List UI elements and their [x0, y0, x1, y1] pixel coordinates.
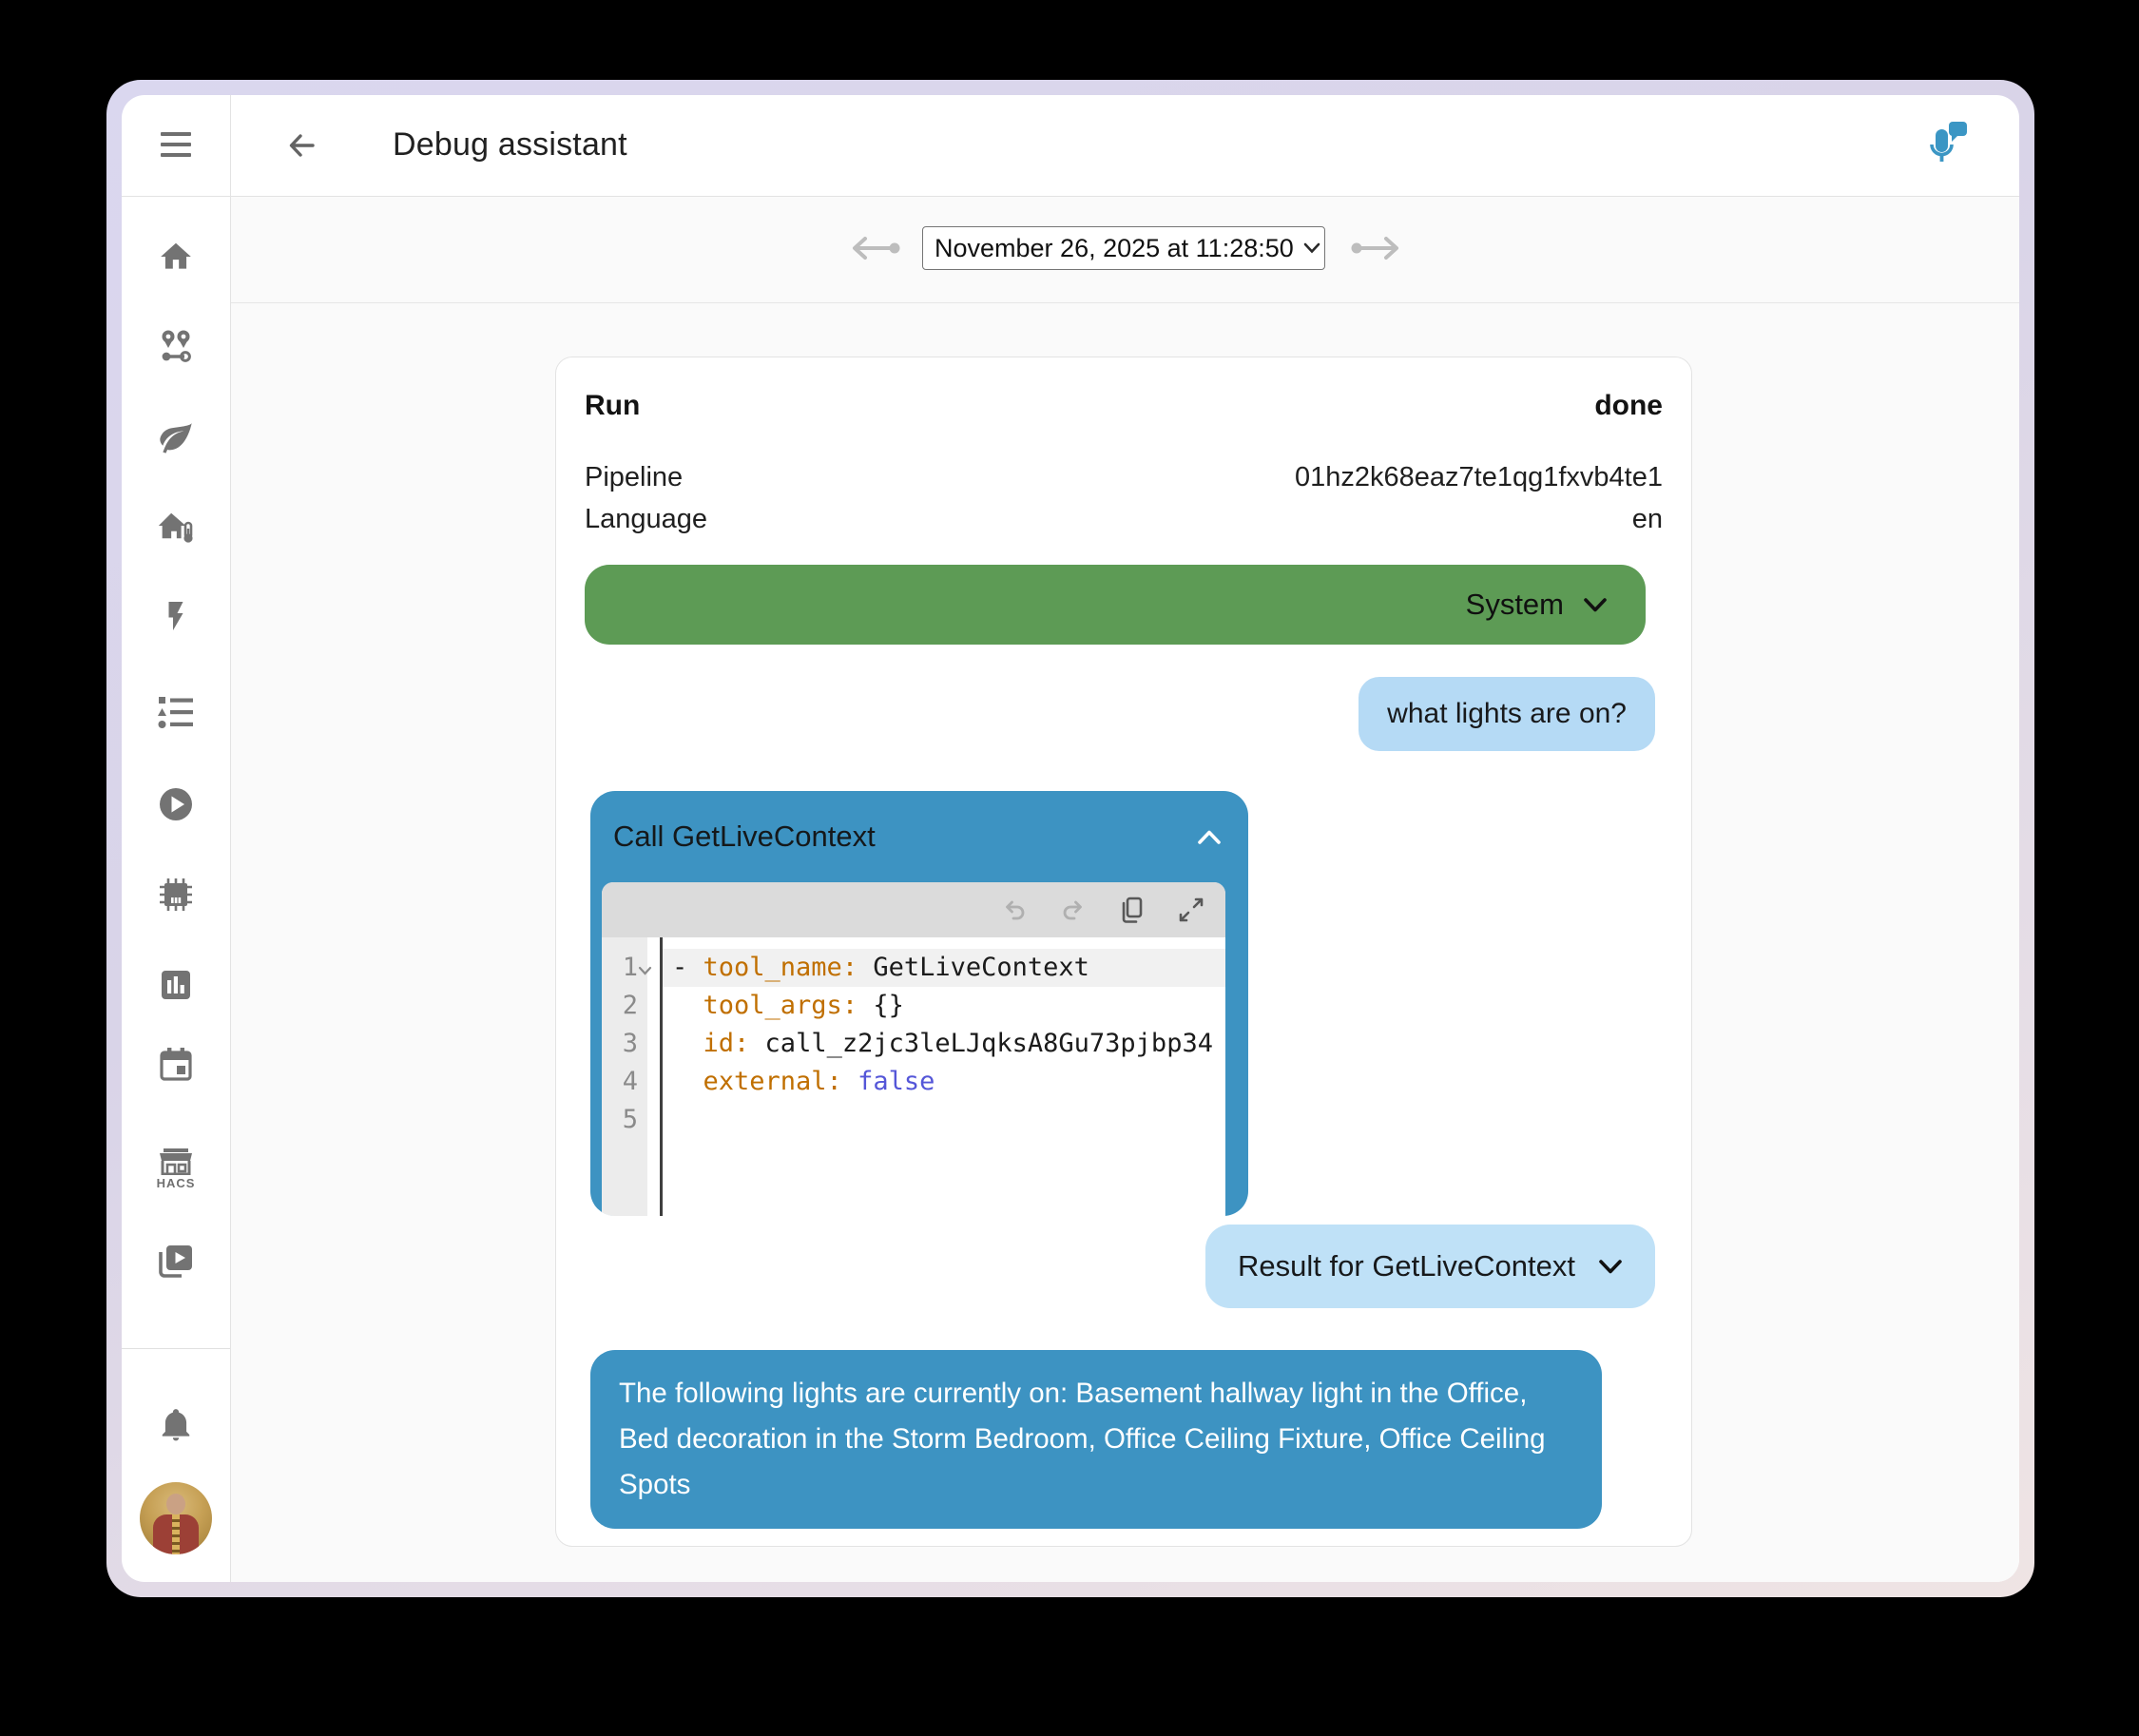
language-value: en [1632, 498, 1663, 540]
next-run-button[interactable] [1346, 232, 1407, 264]
run-card: Run done Pipeline 01hz2k68eaz7te1qg1fxvb… [555, 357, 1692, 1547]
yaml-code-lines: - tool_name: GetLiveContext tool_args: {… [672, 949, 1225, 1139]
copy-icon[interactable] [1117, 895, 1147, 925]
tool-call-header[interactable]: Call GetLiveContext [590, 791, 1248, 882]
sidebar-item-climate[interactable] [156, 508, 196, 548]
sidebar-item-power[interactable] [156, 596, 196, 636]
pipeline-label: Pipeline [585, 456, 683, 498]
sidebar-item-media[interactable] [156, 784, 196, 824]
home-assistant-app: Debug assistant [122, 95, 2019, 1582]
main-content: Run done Pipeline 01hz2k68eaz7te1qg1fxvb… [231, 303, 2019, 1582]
sidebar-bottom-divider [122, 1348, 230, 1349]
avatar-head [166, 1494, 185, 1514]
assistant-message-bubble: The following lights are currently on: B… [590, 1350, 1602, 1529]
undo-icon[interactable] [999, 895, 1030, 925]
fold-chevron-icon[interactable] [638, 966, 652, 975]
sidebar-item-logbook[interactable] [156, 693, 196, 733]
arrow-left-dot-icon [844, 232, 905, 264]
system-label: System [1466, 588, 1564, 622]
assist-voice-button[interactable] [1922, 120, 1968, 165]
chevron-down-icon [1598, 1259, 1623, 1275]
back-button[interactable] [285, 129, 318, 162]
pipeline-value: 01hz2k68eaz7te1qg1fxvb4te1 [1295, 456, 1663, 498]
yaml-editor: 12345 - tool_name: GetLiveContext tool_a… [602, 882, 1225, 1216]
tool-call-card: Call GetLiveContext [590, 791, 1248, 1216]
line-numbers: 12345 [602, 949, 638, 1139]
language-row: Language en [585, 498, 1663, 540]
select-chevron-down-icon [1303, 242, 1320, 254]
sidebar-item-routes[interactable] [156, 327, 196, 367]
tool-call-title: Call GetLiveContext [613, 820, 876, 854]
back-arrow-icon [285, 129, 318, 162]
tool-result-title: Result for GetLiveContext [1238, 1249, 1575, 1283]
chevron-down-icon [1583, 597, 1608, 613]
sidebar-item-hacs[interactable]: HACS [156, 1143, 196, 1196]
chevron-up-icon [1197, 829, 1222, 845]
sidebar-item-home[interactable] [156, 237, 196, 277]
notifications-button[interactable] [156, 1404, 196, 1444]
redo-icon[interactable] [1058, 895, 1089, 925]
sidebar-item-media-library[interactable] [156, 1242, 196, 1282]
user-avatar[interactable] [140, 1482, 212, 1554]
run-date-select[interactable]: November 26, 2025 at 11:28:50 [922, 226, 1325, 270]
sidebar-item-calendar[interactable] [156, 1045, 196, 1085]
gutter-border [660, 937, 663, 1216]
page-title: Debug assistant [393, 126, 627, 164]
editor-toolbar [602, 882, 1225, 937]
previous-run-button[interactable] [844, 232, 905, 264]
yaml-code-area[interactable]: 12345 - tool_name: GetLiveContext tool_a… [602, 937, 1225, 1216]
sidebar-item-energy[interactable] [156, 417, 196, 457]
arrow-right-dot-icon [1346, 232, 1407, 264]
expand-icon[interactable] [1176, 895, 1206, 925]
sidebar-menu-button[interactable] [161, 132, 191, 158]
hacs-label: HACS [157, 1176, 196, 1190]
app-window: Debug assistant [106, 80, 2034, 1597]
sidebar-item-devices[interactable] [156, 875, 196, 915]
language-label: Language [585, 498, 707, 540]
tool-result-expander[interactable]: Result for GetLiveContext [1205, 1225, 1655, 1308]
run-label: Run [585, 390, 640, 422]
run-date-value: November 26, 2025 at 11:28:50 [935, 234, 1294, 263]
microphone-chat-icon [1922, 120, 1968, 165]
run-status: done [1594, 390, 1663, 422]
avatar-robe-trim [172, 1514, 180, 1554]
sidebar-item-history[interactable] [156, 965, 196, 1005]
system-prompt-expander[interactable]: System [585, 565, 1646, 645]
user-message-bubble: what lights are on? [1359, 677, 1655, 751]
pipeline-row: Pipeline 01hz2k68eaz7te1qg1fxvb4te1 [585, 456, 1663, 498]
